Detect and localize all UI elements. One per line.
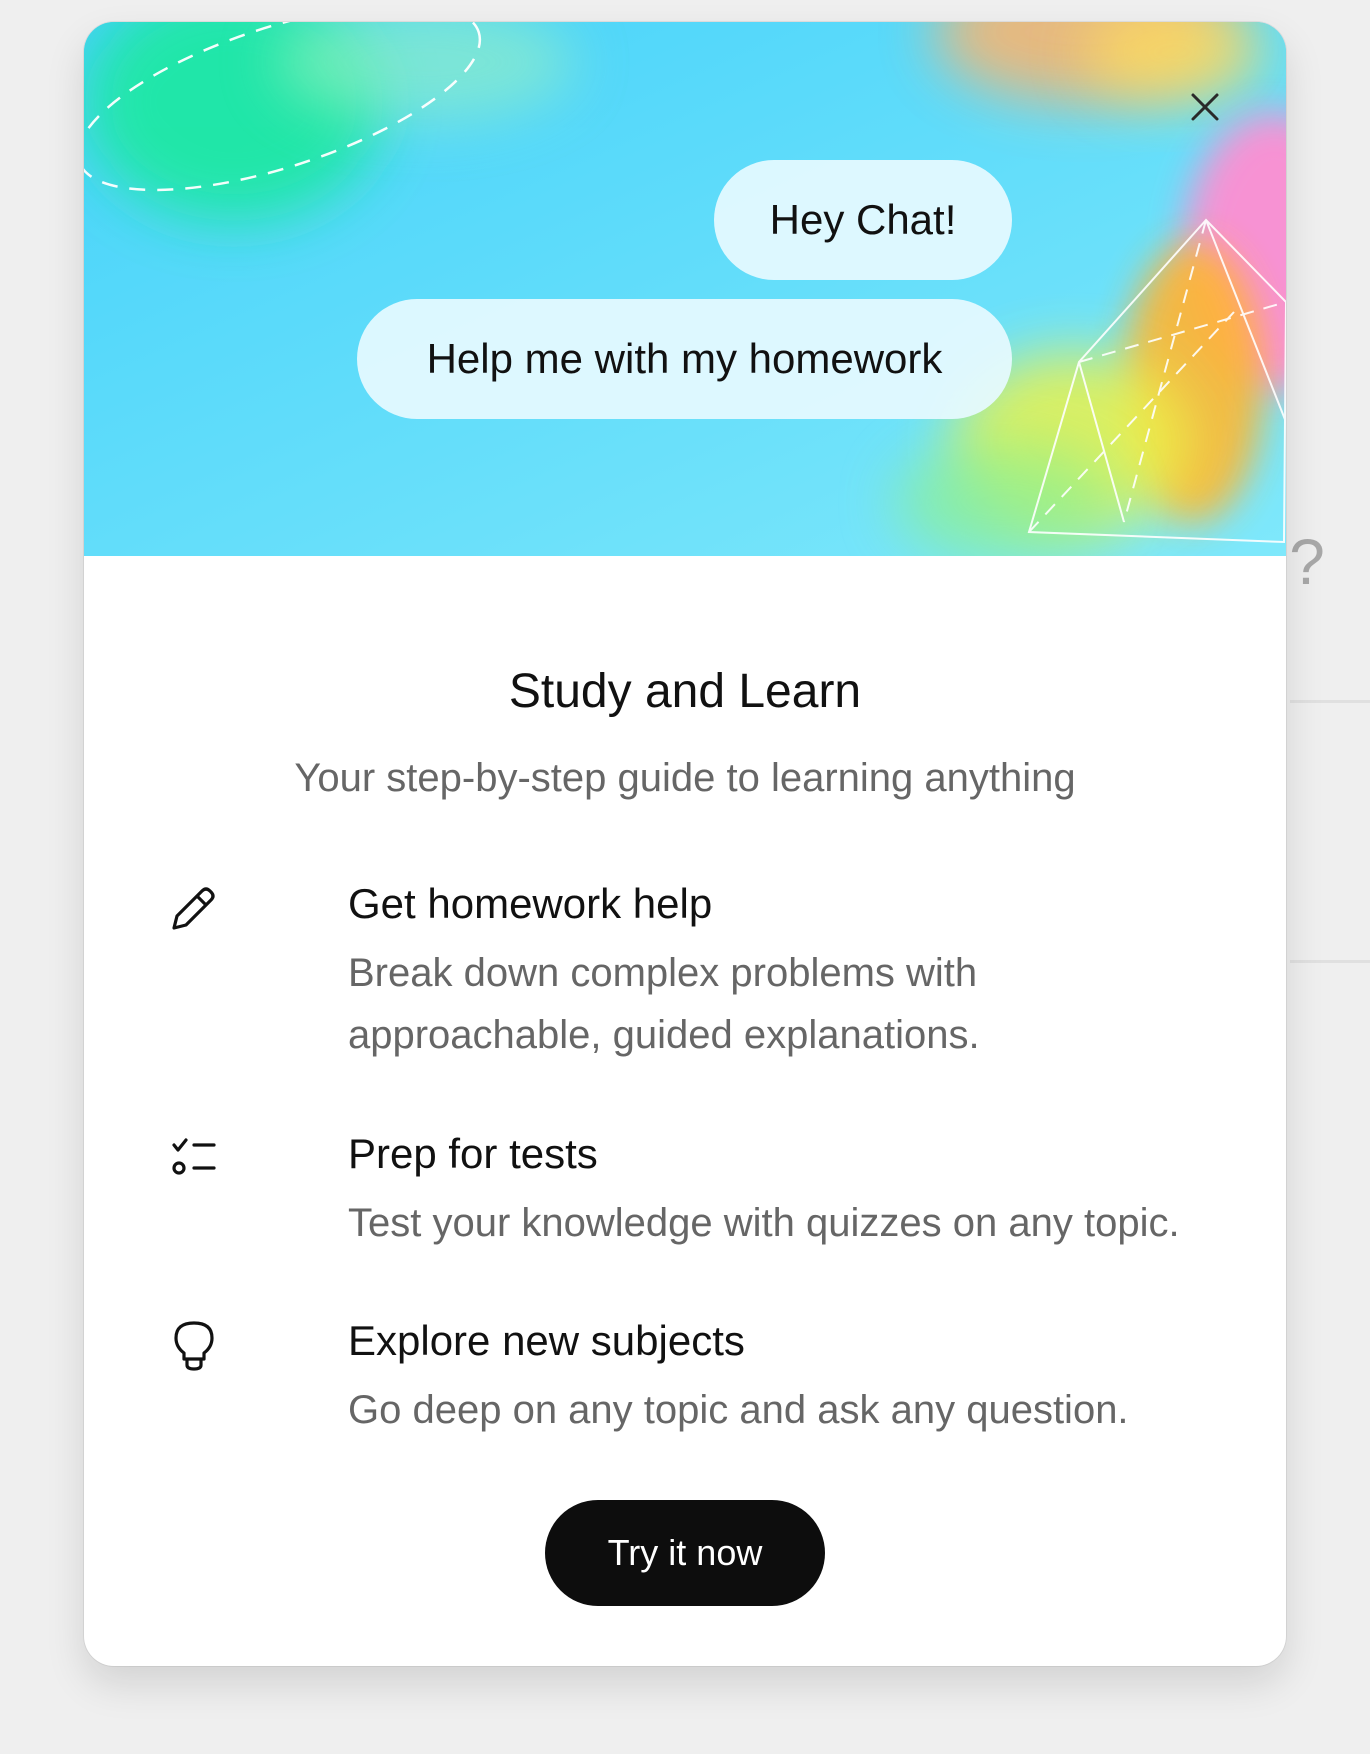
- feature-title: Explore new subjects: [348, 1317, 745, 1364]
- dialog-content: Study and Learn Your step-by-step guide …: [84, 556, 1286, 1666]
- try-it-now-button[interactable]: Try it now: [545, 1500, 825, 1606]
- backdrop-divider: [1290, 960, 1370, 963]
- chat-bubble-request: Help me with my homework: [357, 299, 1012, 419]
- feature-description: Test your knowledge with quizzes on any …: [348, 1201, 1180, 1245]
- close-button[interactable]: [1178, 80, 1232, 134]
- feature-description: Go deep on any topic and ask any questio…: [348, 1388, 1129, 1432]
- hero-banner: Hey Chat! Help me with my homework: [84, 22, 1286, 556]
- dialog-subtitle: Your step-by-step guide to learning anyt…: [294, 756, 1076, 800]
- checklist-icon: [172, 1138, 216, 1175]
- study-learn-dialog: Hey Chat! Help me with my homework Study…: [84, 22, 1286, 1666]
- backdrop-divider: [1290, 700, 1370, 703]
- hero-background-art: [84, 22, 1286, 556]
- chat-bubble-greeting: Hey Chat!: [714, 160, 1012, 280]
- feature-description: Break down complex problems with approac…: [348, 951, 980, 1057]
- feature-title: Get homework help: [348, 880, 713, 927]
- lightbulb-icon: [174, 1321, 214, 1371]
- close-icon: [1191, 93, 1219, 121]
- pencil-icon: [172, 887, 215, 930]
- feature-title: Prep for tests: [348, 1130, 598, 1177]
- dialog-title: Study and Learn: [508, 665, 862, 718]
